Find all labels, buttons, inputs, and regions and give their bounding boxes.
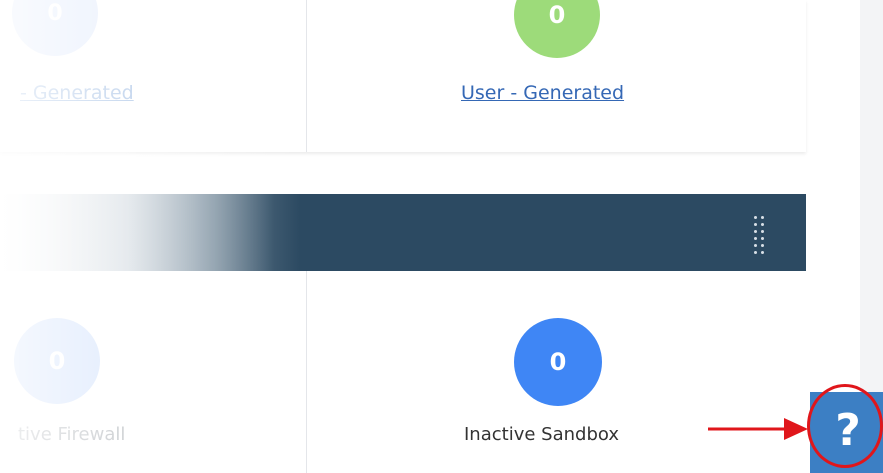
vertical-dots-grip-icon[interactable] bbox=[752, 214, 766, 254]
label-inactive-firewall: tive Firewall bbox=[18, 424, 126, 445]
count-inactive-sandbox: 0 bbox=[549, 348, 567, 376]
bottom-card-divider bbox=[306, 271, 307, 473]
arrow-annotation-icon bbox=[708, 418, 808, 440]
count-circle-inactive-firewall: 0 bbox=[14, 318, 100, 404]
top-widget-card bbox=[0, 0, 806, 152]
count-inactive-firewall: 0 bbox=[48, 347, 66, 375]
top-card-divider bbox=[306, 0, 307, 152]
label-inactive-sandbox: Inactive Sandbox bbox=[464, 424, 619, 445]
count-user-generated: 0 bbox=[548, 1, 566, 29]
dashboard-view: 0 - Generated 0 User - Generated 0 tive … bbox=[0, 0, 883, 473]
link-generated[interactable]: - Generated bbox=[20, 82, 134, 104]
count-circle-inactive-sandbox: 0 bbox=[514, 318, 602, 406]
widget-header-bar bbox=[0, 194, 806, 271]
count-generated: 0 bbox=[47, 0, 63, 26]
highlight-circle-annotation bbox=[807, 384, 883, 468]
link-user-generated[interactable]: User - Generated bbox=[461, 82, 624, 104]
